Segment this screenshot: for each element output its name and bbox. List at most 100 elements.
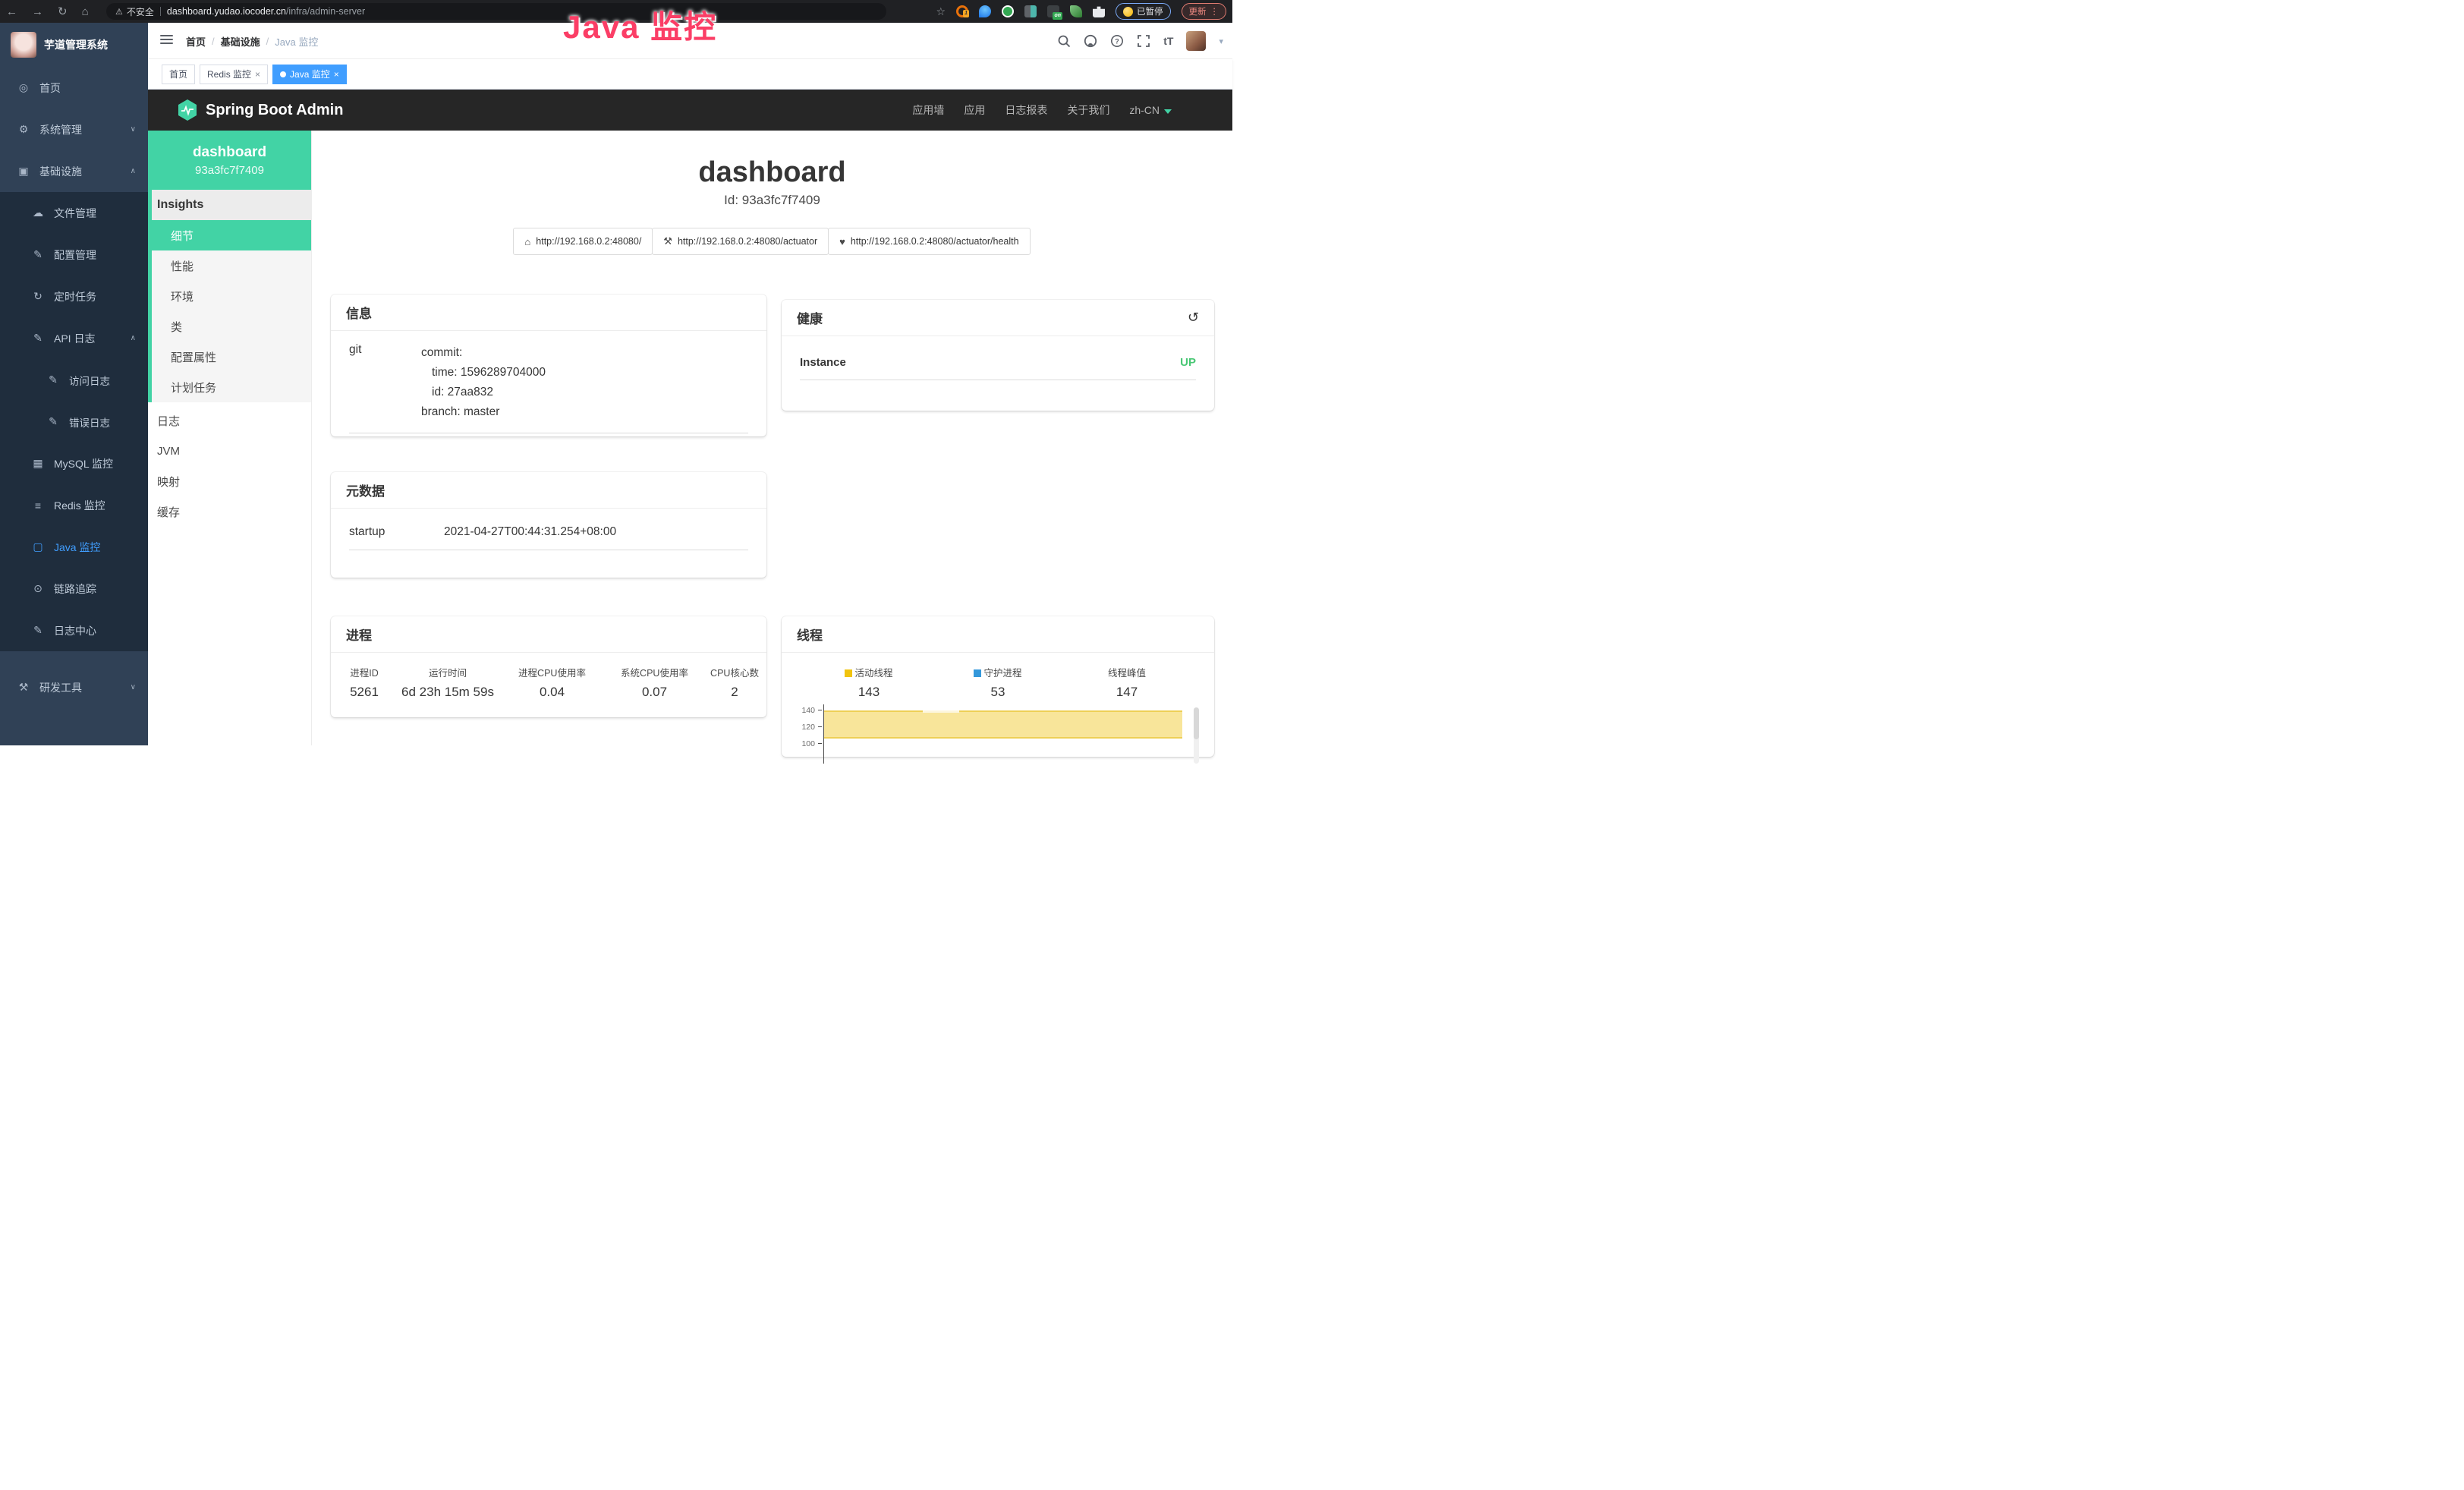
close-icon[interactable]: × xyxy=(255,69,260,80)
sba-instance-header[interactable]: dashboard 93a3fc7f7409 xyxy=(148,131,311,190)
sidebar-item-redis-monitor[interactable]: ≡ Redis 监控 xyxy=(0,484,148,526)
chevron-up-icon: ∧ xyxy=(131,334,136,342)
sidebar-item-mysql-monitor[interactable]: ▦ MySQL 监控 xyxy=(0,443,148,484)
sba-item-classes[interactable]: 类 xyxy=(148,311,311,342)
sidebar-item-scheduled-tasks[interactable]: ↻ 定时任务 xyxy=(0,276,148,317)
sba-item-metrics[interactable]: 性能 xyxy=(148,250,311,281)
breadcrumb-current: Java 监控 xyxy=(275,34,318,49)
sba-item-environment[interactable]: 环境 xyxy=(148,281,311,311)
toolbox-icon: ⚒ xyxy=(17,681,30,694)
sidebar-item-java-monitor[interactable]: ▢ Java 监控 xyxy=(0,526,148,568)
sba-nav-applications[interactable]: 应用 xyxy=(964,102,985,118)
breadcrumb-infrastructure[interactable]: 基础设施 xyxy=(221,34,260,49)
extension-pin-icon[interactable] xyxy=(979,5,991,17)
browser-menu-dots-icon[interactable]: ⋮ xyxy=(1210,6,1219,17)
back-icon[interactable]: ← xyxy=(6,5,17,18)
sba-nav-about[interactable]: 关于我们 xyxy=(1067,102,1109,118)
edit-icon: ✎ xyxy=(46,373,60,386)
sba-item-config-props[interactable]: 配置属性 xyxy=(148,342,311,372)
extension-grid-icon[interactable] xyxy=(1024,5,1037,17)
reload-icon[interactable]: ↻ xyxy=(58,5,68,18)
home-icon[interactable]: ⌂ xyxy=(82,5,89,18)
github-icon[interactable] xyxy=(1084,34,1097,48)
bookmark-star-icon[interactable]: ☆ xyxy=(936,5,946,18)
help-icon[interactable]: ? xyxy=(1110,34,1124,48)
sidebar-item-dev-tools[interactable]: ⚒ 研发工具 ∨ xyxy=(0,666,148,708)
sba-language-select[interactable]: zh-CN xyxy=(1129,104,1172,116)
cloud-upload-icon: ☁ xyxy=(31,206,45,219)
health-instance-row[interactable]: Instance UP xyxy=(800,356,1196,380)
close-icon[interactable]: × xyxy=(334,69,339,80)
sba-brand[interactable]: Spring Boot Admin xyxy=(177,99,343,121)
log-center-icon: ✎ xyxy=(31,624,45,637)
update-button[interactable]: 更新 ⋮ xyxy=(1182,3,1227,20)
card-threads-title: 线程 xyxy=(782,616,1214,653)
sidebar-item-infrastructure[interactable]: ▣ 基础设施 ∧ xyxy=(0,150,148,192)
chevron-down-icon: ∨ xyxy=(131,125,136,134)
home-icon: ⌂ xyxy=(524,236,530,247)
java-monitor-icon: ▢ xyxy=(31,540,45,553)
chart-area-live-threads xyxy=(824,710,1182,739)
extension-orange-icon[interactable]: 1 xyxy=(956,5,968,17)
fullscreen-icon[interactable] xyxy=(1137,34,1150,48)
app-title: 芋道管理系统 xyxy=(44,37,108,52)
log-icon: ✎ xyxy=(31,332,45,345)
sidebar-item-api-logs[interactable]: ✎ API 日志 ∧ xyxy=(0,317,148,359)
extension-leaf-icon[interactable] xyxy=(1070,5,1082,17)
eye-icon: ⊙ xyxy=(31,582,45,595)
font-size-icon[interactable]: tT xyxy=(1163,35,1173,47)
chart-scrollbar[interactable] xyxy=(1194,707,1199,764)
sba-item-scheduled[interactable]: 计划任务 xyxy=(148,372,311,402)
sba-item-caches[interactable]: 缓存 xyxy=(148,496,311,527)
sidebar-item-access-logs[interactable]: ✎ 访问日志 xyxy=(0,359,148,401)
avatar-caret-icon[interactable]: ▾ xyxy=(1219,36,1223,46)
threads-legend: 活动线程 守护进程 线程峰值 xyxy=(782,665,1214,679)
extension-screenshot-icon[interactable]: on xyxy=(1047,5,1059,17)
sba-item-mappings[interactable]: 映射 xyxy=(148,466,311,496)
sba-item-details[interactable]: 细节 xyxy=(148,220,311,250)
extensions-puzzle-icon[interactable] xyxy=(1093,5,1105,17)
sidebar-toggle-icon[interactable] xyxy=(160,35,173,46)
paused-pill[interactable]: 已暂停 xyxy=(1116,3,1171,20)
sidebar-item-home[interactable]: ◎ 首页 xyxy=(0,67,148,109)
sidebar-item-tracing[interactable]: ⊙ 链路追踪 xyxy=(0,568,148,610)
sidebar-item-file-management[interactable]: ☁ 文件管理 xyxy=(0,192,148,234)
health-url-button[interactable]: ♥ http://192.168.0.2:48080/actuator/heal… xyxy=(828,228,1030,255)
card-health-title: 健康 xyxy=(797,308,823,327)
tags-view: 首页 Redis 监控 × Java 监控 × xyxy=(148,59,1232,90)
breadcrumb-home[interactable]: 首页 xyxy=(186,34,206,49)
monitor-icon: ▣ xyxy=(17,165,30,178)
service-url-button[interactable]: ⌂ http://192.168.0.2:48080/ xyxy=(513,228,653,255)
card-process: 进程 进程ID 运行时间 进程CPU使用率 系统CPU使用率 CPU核心数 52… xyxy=(331,616,766,717)
url-path: /infra/admin-server xyxy=(286,6,365,17)
extension-green-circle-icon[interactable] xyxy=(1002,5,1014,17)
legend-live-icon xyxy=(845,669,852,677)
search-icon[interactable] xyxy=(1057,34,1071,48)
chart-area-notch xyxy=(923,710,959,713)
breadcrumb: 首页 / 基础设施 / Java 监控 xyxy=(186,23,318,59)
sidebar-item-log-center[interactable]: ✎ 日志中心 xyxy=(0,610,148,651)
sidebar-item-config-management[interactable]: ✎ 配置管理 xyxy=(0,234,148,276)
forward-icon[interactable]: → xyxy=(32,5,43,18)
info-git-row: git commit: time: 1596289704000 id: 27aa… xyxy=(349,343,748,433)
sidebar-item-error-logs[interactable]: ✎ 错误日志 xyxy=(0,401,148,443)
sba-content: dashboard Id: 93a3fc7f7409 ⌂ http://192.… xyxy=(312,131,1232,745)
app-logo-row[interactable]: 芋道管理系统 xyxy=(0,23,148,67)
address-bar[interactable]: ⚠ 不安全 dashboard.yudao.iocoder.cn/infra/a… xyxy=(106,3,886,20)
sba-nav-journal[interactable]: 日志报表 xyxy=(1005,102,1047,118)
sba-item-logs[interactable]: 日志 xyxy=(148,405,311,436)
wrench-icon: ⚒ xyxy=(663,235,672,247)
annotation-java-monitor: Java 监控 xyxy=(563,2,717,48)
sidebar-item-system-management[interactable]: ⚙ 系统管理 ∨ xyxy=(0,109,148,150)
active-dot-icon xyxy=(280,71,286,77)
sba-nav-wallboard[interactable]: 应用墙 xyxy=(912,102,944,118)
tab-java-monitor[interactable]: Java 监控 × xyxy=(272,65,347,84)
tab-home[interactable]: 首页 xyxy=(162,65,195,84)
history-icon[interactable]: ↺ xyxy=(1188,310,1199,326)
avatar[interactable] xyxy=(1186,31,1206,51)
tab-redis-monitor[interactable]: Redis 监控 × xyxy=(200,65,268,84)
actuator-url-button[interactable]: ⚒ http://192.168.0.2:48080/actuator xyxy=(652,228,829,255)
app-sidebar: 芋道管理系统 ◎ 首页 ⚙ 系统管理 ∨ ▣ 基础设施 ∧ ☁ 文件管理 ✎ 配… xyxy=(0,23,148,745)
sba-section-insights[interactable]: Insights xyxy=(148,190,311,220)
sba-item-jvm[interactable]: JVM xyxy=(148,436,311,466)
